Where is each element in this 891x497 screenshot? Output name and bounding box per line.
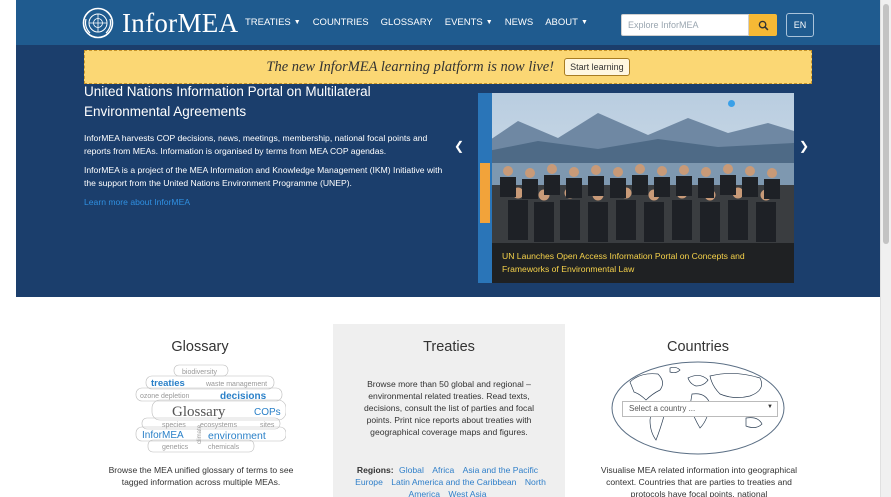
cloud-word: COPs bbox=[254, 407, 281, 418]
region-link-europe[interactable]: Europe bbox=[355, 477, 383, 487]
slide-caption[interactable]: UN Launches Open Access Information Port… bbox=[502, 250, 782, 276]
cloud-word: treaties bbox=[151, 378, 185, 389]
hero-title: United Nations Information Portal on Mul… bbox=[84, 84, 371, 119]
countries-title: Countries bbox=[666, 339, 730, 355]
logo-wordmark: InforMEA bbox=[122, 7, 239, 38]
region-link-west-asia[interactable]: West Asia bbox=[448, 489, 486, 497]
glossary-description: Browse the MEA unified glossary of terms… bbox=[108, 465, 294, 487]
un-emblem-icon bbox=[82, 7, 114, 39]
hero-paragraph: InforMEA harvests COP decisions, news, m… bbox=[84, 133, 428, 156]
cloud-word: Glossary bbox=[172, 404, 226, 420]
region-link-africa[interactable]: Africa bbox=[432, 465, 454, 475]
cloud-word: sites bbox=[260, 422, 275, 429]
countries-description: Visualise MEA related information into g… bbox=[600, 465, 798, 497]
cloud-word: species bbox=[162, 422, 186, 429]
regions-list: Regions: Global Africa Asia and the Paci… bbox=[346, 464, 552, 497]
chevron-right-icon[interactable]: ❯ bbox=[799, 139, 809, 153]
nav-label: NEWS bbox=[504, 17, 534, 28]
top-navigation-bar: InforMEA TREATIES ▼ COUNTRIES GLOSSARY EV… bbox=[16, 0, 880, 45]
slider-indicator-dot[interactable] bbox=[728, 100, 735, 107]
nav-label: COUNTRIES bbox=[312, 17, 369, 28]
nav-countries[interactable]: COUNTRIES bbox=[308, 14, 374, 31]
region-link-asia-pacific[interactable]: Asia and the Pacific bbox=[463, 465, 538, 475]
nav-treaties[interactable]: TREATIES ▼ bbox=[240, 14, 306, 31]
search-icon bbox=[758, 20, 768, 30]
scrollbar-thumb[interactable] bbox=[883, 4, 889, 244]
cloud-word: waste management bbox=[205, 381, 267, 388]
nav-label: GLOSSARY bbox=[380, 17, 433, 28]
nav-about[interactable]: ABOUT ▼ bbox=[540, 14, 593, 31]
country-select-placeholder: Select a country ... bbox=[629, 404, 696, 413]
treaties-description: Browse more than 50 global and regional … bbox=[363, 379, 535, 437]
glossary-word-cloud[interactable]: biodiversity treaties waste management o… bbox=[132, 363, 286, 453]
language-button[interactable]: EN bbox=[786, 13, 814, 37]
cloud-word: chemicals bbox=[208, 444, 240, 451]
cloud-word: environment bbox=[208, 430, 266, 442]
region-link-latin-america[interactable]: Latin America and the Caribbean bbox=[391, 477, 516, 487]
chevron-down-icon: ▼ bbox=[767, 404, 773, 410]
nav-news[interactable]: NEWS bbox=[500, 14, 539, 31]
chevron-down-icon: ▼ bbox=[485, 19, 493, 26]
nav-label: TREATIES bbox=[245, 17, 291, 28]
main-nav: TREATIES ▼ COUNTRIES GLOSSARY EVENTS ▼ NEW… bbox=[240, 14, 595, 31]
announcement-banner: The new InforMEA learning platform is no… bbox=[84, 50, 812, 84]
cloud-word: biodiversity bbox=[182, 369, 218, 376]
start-learning-button[interactable]: Start learning bbox=[564, 58, 630, 76]
hero-paragraph: InforMEA is a project of the MEA Informa… bbox=[84, 165, 443, 188]
chevron-left-icon[interactable]: ❮ bbox=[454, 139, 464, 153]
cloud-word: ecosystems bbox=[200, 422, 237, 429]
treaties-title: Treaties bbox=[423, 339, 475, 355]
search-input[interactable] bbox=[621, 14, 749, 36]
search-button[interactable] bbox=[749, 14, 777, 36]
informea-logo[interactable]: InforMEA bbox=[82, 6, 238, 40]
country-select[interactable]: Select a country ... ▼ bbox=[622, 401, 778, 417]
nav-label: EVENTS bbox=[444, 17, 483, 28]
banner-text: The new InforMEA learning platform is no… bbox=[266, 58, 555, 75]
cloud-word: climate bbox=[197, 424, 203, 444]
chevron-down-icon: ▼ bbox=[293, 19, 301, 26]
cloud-word: ozone depletion bbox=[140, 393, 190, 400]
page-frame: InforMEA TREATIES ▼ COUNTRIES GLOSSARY EV… bbox=[16, 0, 880, 497]
page-scrollbar[interactable] bbox=[880, 0, 891, 497]
glossary-title: Glossary bbox=[171, 339, 229, 355]
region-link-global[interactable]: Global bbox=[399, 465, 424, 475]
nav-label: ABOUT bbox=[545, 17, 578, 28]
nav-glossary[interactable]: GLOSSARY bbox=[376, 14, 438, 31]
regions-label: Regions: bbox=[356, 465, 394, 475]
cloud-word: genetics bbox=[162, 444, 189, 451]
cloud-word: InforMEA bbox=[142, 430, 184, 441]
chevron-down-icon: ▼ bbox=[580, 19, 588, 26]
learn-more-link[interactable]: Learn more about InforMEA bbox=[84, 197, 190, 207]
cloud-word: decisions bbox=[220, 391, 267, 402]
nav-events[interactable]: EVENTS ▼ bbox=[440, 14, 498, 31]
